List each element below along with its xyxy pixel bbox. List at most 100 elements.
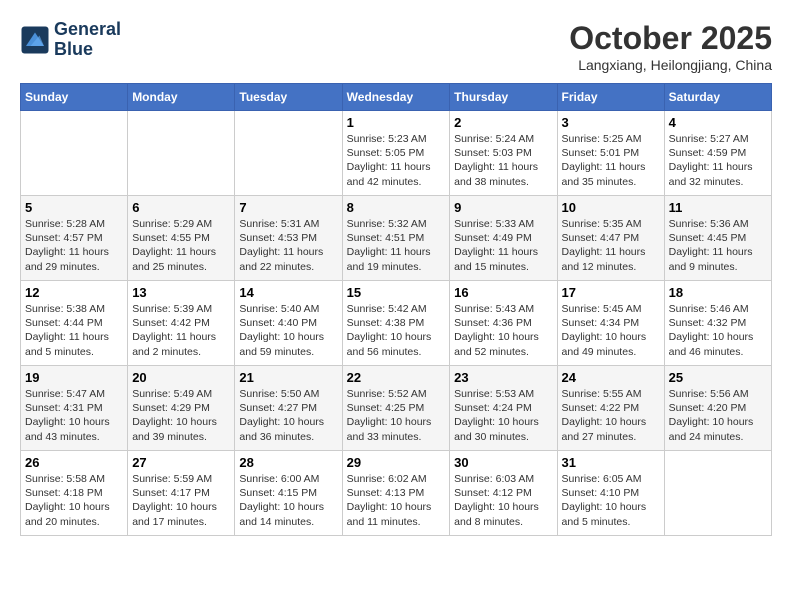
day-info: Sunrise: 5:25 AM Sunset: 5:01 PM Dayligh… xyxy=(562,132,660,189)
day-number: 3 xyxy=(562,115,660,130)
logo-text: General Blue xyxy=(54,20,121,60)
title-block: October 2025 Langxiang, Heilongjiang, Ch… xyxy=(569,20,772,73)
day-cell-14: 14Sunrise: 5:40 AM Sunset: 4:40 PM Dayli… xyxy=(235,281,342,366)
day-info: Sunrise: 5:36 AM Sunset: 4:45 PM Dayligh… xyxy=(669,217,767,274)
day-number: 14 xyxy=(239,285,337,300)
day-info: Sunrise: 6:05 AM Sunset: 4:10 PM Dayligh… xyxy=(562,472,660,529)
day-cell-1: 1Sunrise: 5:23 AM Sunset: 5:05 PM Daylig… xyxy=(342,111,450,196)
day-number: 23 xyxy=(454,370,552,385)
day-number: 27 xyxy=(132,455,230,470)
day-info: Sunrise: 5:55 AM Sunset: 4:22 PM Dayligh… xyxy=(562,387,660,444)
day-cell-12: 12 Sunrise: 5:38 AM Sunset: 4:44 PM Dayli… xyxy=(21,281,128,366)
day-cell-20: 20 Sunrise: 5:49 AM Sunset: 4:29 PM Dayli… xyxy=(128,366,235,451)
day-info: Sunrise: 5:46 AM Sunset: 4:32 PM Dayligh… xyxy=(669,302,767,359)
day-number: 28 xyxy=(239,455,337,470)
day-number: 10 xyxy=(562,200,660,215)
day-cell-28: 28 Sunrise: 6:00 AM Sunset: 4:15 PM Dayli… xyxy=(235,451,342,536)
day-number: 18 xyxy=(669,285,767,300)
empty-cell xyxy=(235,111,342,196)
day-cell-22: 22 Sunrise: 5:52 AM Sunset: 4:25 PM Dayli… xyxy=(342,366,450,451)
day-info: Sunrise: 5:58 AM Sunset: 4:18 PM Dayligh… xyxy=(25,472,123,529)
day-info: Sunrise: 6:03 AM Sunset: 4:12 PM Dayligh… xyxy=(454,472,552,529)
day-cell-18: 18 Sunrise: 5:46 AM Sunset: 4:32 PM Dayli… xyxy=(664,281,771,366)
logo-icon xyxy=(20,25,50,55)
day-number: 12 xyxy=(25,285,123,300)
day-number: 30 xyxy=(454,455,552,470)
weekday-header-row: SundayMondayTuesdayWednesdayThursdayFrid… xyxy=(21,84,772,111)
day-cell-30: 30 Sunrise: 6:03 AM Sunset: 4:12 PM Dayli… xyxy=(450,451,557,536)
day-cell-11: 11 Sunrise: 5:36 AM Sunset: 4:45 PM Dayli… xyxy=(664,196,771,281)
day-cell-6: 6 Sunrise: 5:29 AM Sunset: 4:55 PM Daylig… xyxy=(128,196,235,281)
day-cell-17: 17 Sunrise: 5:45 AM Sunset: 4:34 PM Dayli… xyxy=(557,281,664,366)
day-cell-26: 26Sunrise: 5:58 AM Sunset: 4:18 PM Dayli… xyxy=(21,451,128,536)
day-number: 20 xyxy=(132,370,230,385)
day-info: Sunrise: 5:59 AM Sunset: 4:17 PM Dayligh… xyxy=(132,472,230,529)
day-cell-4: 4 Sunrise: 5:27 AM Sunset: 4:59 PM Daylig… xyxy=(664,111,771,196)
weekday-header-thursday: Thursday xyxy=(450,84,557,111)
week-row-3: 12 Sunrise: 5:38 AM Sunset: 4:44 PM Dayli… xyxy=(21,281,772,366)
day-info: Sunrise: 5:47 AM Sunset: 4:31 PM Dayligh… xyxy=(25,387,123,444)
week-row-4: 19 Sunrise: 5:47 AM Sunset: 4:31 PM Dayli… xyxy=(21,366,772,451)
weekday-header-friday: Friday xyxy=(557,84,664,111)
day-cell-10: 10 Sunrise: 5:35 AM Sunset: 4:47 PM Dayli… xyxy=(557,196,664,281)
day-info: Sunrise: 5:49 AM Sunset: 4:29 PM Dayligh… xyxy=(132,387,230,444)
empty-cell xyxy=(21,111,128,196)
day-info: Sunrise: 5:45 AM Sunset: 4:34 PM Dayligh… xyxy=(562,302,660,359)
day-info: Sunrise: 5:28 AM Sunset: 4:57 PM Dayligh… xyxy=(25,217,123,274)
day-info: Sunrise: 5:24 AM Sunset: 5:03 PM Dayligh… xyxy=(454,132,552,189)
day-info: Sunrise: 5:27 AM Sunset: 4:59 PM Dayligh… xyxy=(669,132,767,189)
day-cell-9: 9Sunrise: 5:33 AM Sunset: 4:49 PM Daylig… xyxy=(450,196,557,281)
day-number: 6 xyxy=(132,200,230,215)
day-info: Sunrise: 5:52 AM Sunset: 4:25 PM Dayligh… xyxy=(347,387,446,444)
day-number: 19 xyxy=(25,370,123,385)
day-info: Sunrise: 5:38 AM Sunset: 4:44 PM Dayligh… xyxy=(25,302,123,359)
weekday-header-sunday: Sunday xyxy=(21,84,128,111)
day-cell-23: 23 Sunrise: 5:53 AM Sunset: 4:24 PM Dayli… xyxy=(450,366,557,451)
day-number: 22 xyxy=(347,370,446,385)
day-number: 17 xyxy=(562,285,660,300)
weekday-header-saturday: Saturday xyxy=(664,84,771,111)
day-info: Sunrise: 5:42 AM Sunset: 4:38 PM Dayligh… xyxy=(347,302,446,359)
day-cell-16: 16Sunrise: 5:43 AM Sunset: 4:36 PM Dayli… xyxy=(450,281,557,366)
calendar: SundayMondayTuesdayWednesdayThursdayFrid… xyxy=(20,83,772,536)
day-cell-25: 25 Sunrise: 5:56 AM Sunset: 4:20 PM Dayli… xyxy=(664,366,771,451)
day-info: Sunrise: 5:29 AM Sunset: 4:55 PM Dayligh… xyxy=(132,217,230,274)
day-info: Sunrise: 5:39 AM Sunset: 4:42 PM Dayligh… xyxy=(132,302,230,359)
day-number: 5 xyxy=(25,200,123,215)
day-info: Sunrise: 5:56 AM Sunset: 4:20 PM Dayligh… xyxy=(669,387,767,444)
logo-line1: General xyxy=(54,20,121,40)
day-number: 25 xyxy=(669,370,767,385)
day-cell-5: 5 Sunrise: 5:28 AM Sunset: 4:57 PM Daylig… xyxy=(21,196,128,281)
day-info: Sunrise: 5:50 AM Sunset: 4:27 PM Dayligh… xyxy=(239,387,337,444)
logo-line2: Blue xyxy=(54,40,121,60)
day-number: 7 xyxy=(239,200,337,215)
weekday-header-tuesday: Tuesday xyxy=(235,84,342,111)
empty-cell xyxy=(664,451,771,536)
day-number: 4 xyxy=(669,115,767,130)
day-cell-15: 15Sunrise: 5:42 AM Sunset: 4:38 PM Dayli… xyxy=(342,281,450,366)
day-info: Sunrise: 5:35 AM Sunset: 4:47 PM Dayligh… xyxy=(562,217,660,274)
day-number: 31 xyxy=(562,455,660,470)
day-cell-31: 31 Sunrise: 6:05 AM Sunset: 4:10 PM Dayli… xyxy=(557,451,664,536)
empty-cell xyxy=(128,111,235,196)
week-row-2: 5 Sunrise: 5:28 AM Sunset: 4:57 PM Daylig… xyxy=(21,196,772,281)
day-number: 21 xyxy=(239,370,337,385)
week-row-1: 1Sunrise: 5:23 AM Sunset: 5:05 PM Daylig… xyxy=(21,111,772,196)
day-cell-27: 27 Sunrise: 5:59 AM Sunset: 4:17 PM Dayli… xyxy=(128,451,235,536)
day-number: 13 xyxy=(132,285,230,300)
day-cell-8: 8Sunrise: 5:32 AM Sunset: 4:51 PM Daylig… xyxy=(342,196,450,281)
day-info: Sunrise: 6:00 AM Sunset: 4:15 PM Dayligh… xyxy=(239,472,337,529)
day-number: 9 xyxy=(454,200,552,215)
weekday-header-wednesday: Wednesday xyxy=(342,84,450,111)
day-info: Sunrise: 5:53 AM Sunset: 4:24 PM Dayligh… xyxy=(454,387,552,444)
day-cell-21: 21 Sunrise: 5:50 AM Sunset: 4:27 PM Dayli… xyxy=(235,366,342,451)
day-info: Sunrise: 6:02 AM Sunset: 4:13 PM Dayligh… xyxy=(347,472,446,529)
day-cell-13: 13 Sunrise: 5:39 AM Sunset: 4:42 PM Dayli… xyxy=(128,281,235,366)
month-title: October 2025 xyxy=(569,20,772,57)
week-row-5: 26Sunrise: 5:58 AM Sunset: 4:18 PM Dayli… xyxy=(21,451,772,536)
day-info: Sunrise: 5:43 AM Sunset: 4:36 PM Dayligh… xyxy=(454,302,552,359)
day-info: Sunrise: 5:23 AM Sunset: 5:05 PM Dayligh… xyxy=(347,132,446,189)
day-cell-7: 7Sunrise: 5:31 AM Sunset: 4:53 PM Daylig… xyxy=(235,196,342,281)
day-number: 11 xyxy=(669,200,767,215)
day-number: 29 xyxy=(347,455,446,470)
